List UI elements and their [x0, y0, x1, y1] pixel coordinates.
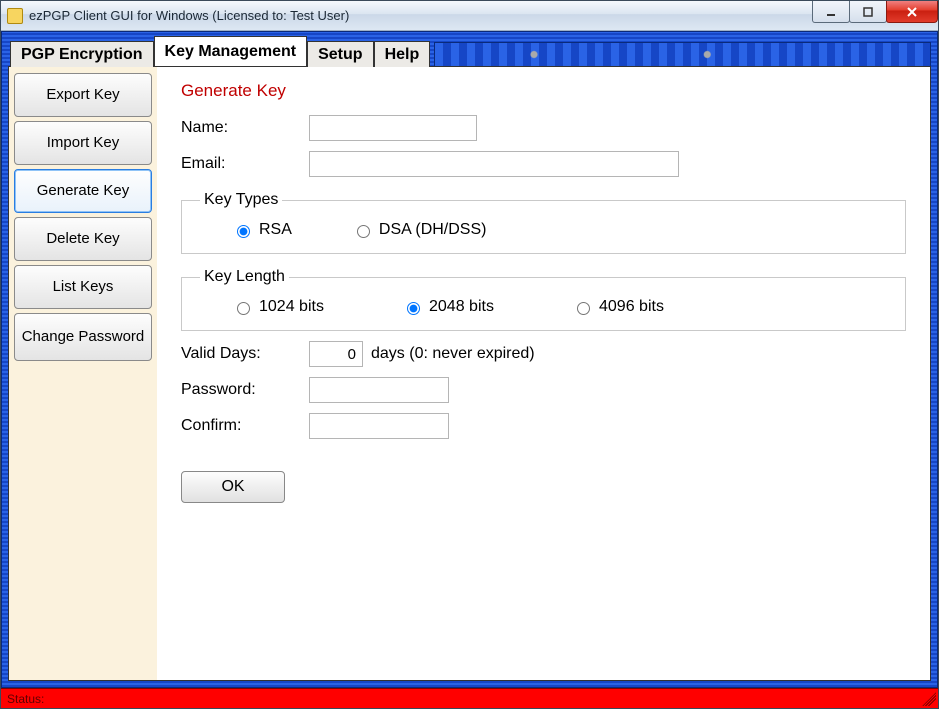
- valid-days-label: Valid Days:: [181, 345, 309, 363]
- fieldset-key-length: Key Length 1024 bits 2048 bits 4096 b: [181, 268, 906, 331]
- row-confirm: Confirm:: [181, 413, 906, 439]
- status-label: Status:: [7, 692, 44, 706]
- row-password: Password:: [181, 377, 906, 403]
- password-input[interactable]: [309, 377, 449, 403]
- key-types-legend: Key Types: [200, 191, 282, 209]
- maximize-button[interactable]: [849, 1, 887, 23]
- sidebar-list-keys[interactable]: List Keys: [14, 265, 152, 309]
- radio-dsa-input[interactable]: [357, 225, 370, 238]
- radio-2048-input[interactable]: [407, 302, 420, 315]
- radio-4096[interactable]: 4096 bits: [572, 298, 742, 316]
- name-input[interactable]: [309, 115, 477, 141]
- tab-key-management[interactable]: Key Management: [154, 36, 308, 66]
- key-length-legend: Key Length: [200, 268, 289, 286]
- sidebar: Export Key Import Key Generate Key Delet…: [9, 67, 157, 680]
- email-input[interactable]: [309, 151, 679, 177]
- confirm-input[interactable]: [309, 413, 449, 439]
- minimize-button[interactable]: [812, 1, 850, 23]
- tab-help[interactable]: Help: [374, 41, 431, 67]
- app-icon: [7, 8, 23, 24]
- panel-title: Generate Key: [181, 81, 906, 101]
- radio-rsa-input[interactable]: [237, 225, 250, 238]
- fieldset-key-types: Key Types RSA DSA (DH/DSS): [181, 191, 906, 254]
- main-panel: Generate Key Name: Email: Key Types RSA: [157, 67, 930, 680]
- maximize-icon: [862, 6, 874, 18]
- close-icon: [906, 6, 918, 18]
- name-label: Name:: [181, 119, 309, 137]
- tab-setup[interactable]: Setup: [307, 41, 373, 67]
- app-window: ezPGP Client GUI for Windows (Licensed t…: [0, 0, 939, 709]
- sidebar-generate-key[interactable]: Generate Key: [14, 169, 152, 213]
- sidebar-change-password[interactable]: Change Password: [14, 313, 152, 361]
- sidebar-delete-key[interactable]: Delete Key: [14, 217, 152, 261]
- radio-4096-input[interactable]: [577, 302, 590, 315]
- resize-grip-icon[interactable]: [922, 692, 936, 706]
- confirm-label: Confirm:: [181, 417, 309, 435]
- minimize-icon: [825, 6, 837, 18]
- radio-4096-label: 4096 bits: [599, 298, 664, 316]
- status-bar: Status:: [1, 688, 938, 708]
- radio-2048[interactable]: 2048 bits: [402, 298, 572, 316]
- sidebar-import-key[interactable]: Import Key: [14, 121, 152, 165]
- close-button[interactable]: [886, 1, 938, 23]
- ok-button[interactable]: OK: [181, 471, 285, 503]
- radio-dsa-label: DSA (DH/DSS): [379, 221, 487, 239]
- radio-rsa[interactable]: RSA: [232, 221, 292, 239]
- valid-days-hint: days (0: never expired): [371, 345, 535, 363]
- window-title: ezPGP Client GUI for Windows (Licensed t…: [29, 8, 349, 23]
- key-types-row: RSA DSA (DH/DSS): [200, 221, 887, 239]
- content-area: Export Key Import Key Generate Key Delet…: [8, 66, 931, 681]
- content-frame: PGP Encryption Key Management Setup Help…: [1, 31, 938, 688]
- password-label: Password:: [181, 381, 309, 399]
- valid-days-input[interactable]: [309, 341, 363, 367]
- tab-bar: PGP Encryption Key Management Setup Help: [8, 38, 931, 66]
- row-email: Email:: [181, 151, 906, 177]
- radio-dsa[interactable]: DSA (DH/DSS): [352, 221, 487, 239]
- row-name: Name:: [181, 115, 906, 141]
- radio-1024-input[interactable]: [237, 302, 250, 315]
- sidebar-export-key[interactable]: Export Key: [14, 73, 152, 117]
- tab-pgp-encryption[interactable]: PGP Encryption: [10, 41, 154, 67]
- tab-decor: [434, 42, 931, 66]
- radio-1024-label: 1024 bits: [259, 298, 324, 316]
- radio-rsa-label: RSA: [259, 221, 292, 239]
- row-valid-days: Valid Days: days (0: never expired): [181, 341, 906, 367]
- radio-1024[interactable]: 1024 bits: [232, 298, 402, 316]
- radio-2048-label: 2048 bits: [429, 298, 494, 316]
- email-label: Email:: [181, 155, 309, 173]
- titlebar[interactable]: ezPGP Client GUI for Windows (Licensed t…: [1, 1, 938, 31]
- window-controls: [813, 1, 938, 23]
- key-length-row: 1024 bits 2048 bits 4096 bits: [200, 298, 887, 316]
